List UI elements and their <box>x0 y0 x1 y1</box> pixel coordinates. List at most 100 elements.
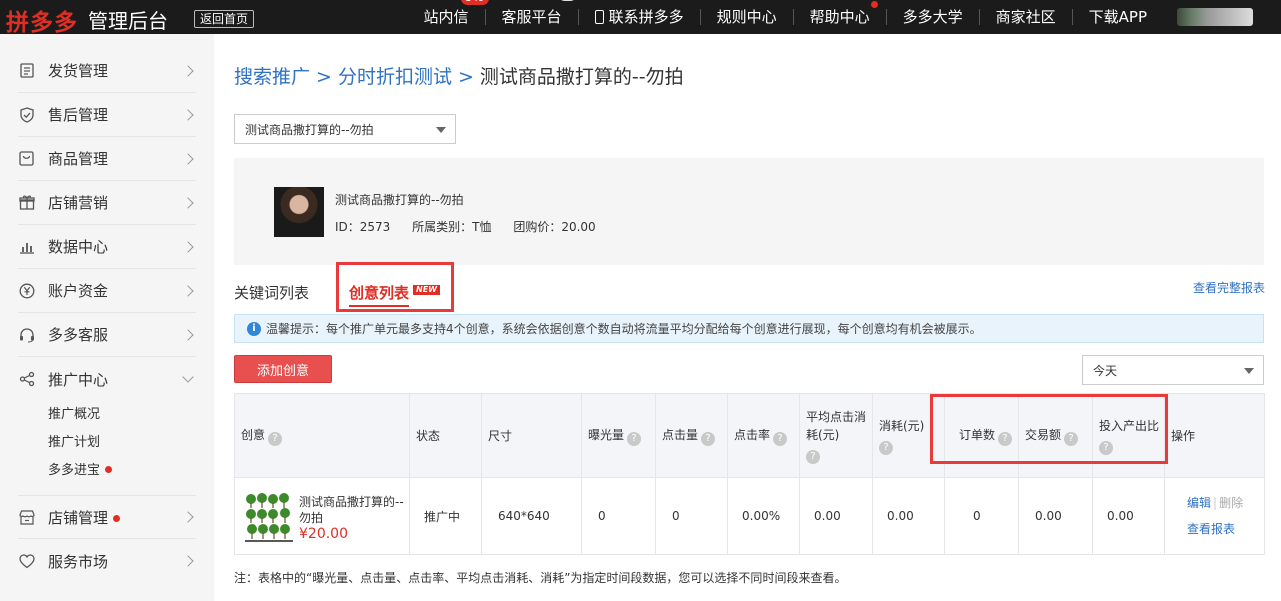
status-cell: 推广中 <box>409 477 482 555</box>
nav-contact[interactable]: 联系拼多多 <box>579 9 701 25</box>
product-group-price: 团购价：20.00 <box>513 220 596 234</box>
notification-dot <box>105 466 113 473</box>
delete-link[interactable]: 删除 <box>1219 496 1243 510</box>
date-range-select[interactable]: 今天 <box>1082 355 1264 385</box>
col-avg-cpc: 平均点击消耗(元)? <box>799 393 873 478</box>
product-name: 测试商品撒打算的--勿拍 <box>335 193 464 207</box>
ctr-cell: 0.00% <box>727 477 800 555</box>
unit-select[interactable]: 测试商品撒打算的--勿拍 <box>234 114 456 144</box>
nav-university[interactable]: 多多大学 <box>887 9 980 25</box>
creative-name: 测试商品撒打算的--勿拍 <box>299 495 404 525</box>
product-id: ID：2573 <box>335 220 391 234</box>
chevron-right-icon <box>182 284 194 297</box>
dropdown-caret-icon <box>436 127 446 133</box>
full-report-link[interactable]: 查看完整报表 <box>1193 279 1265 296</box>
info-icon: i <box>247 321 261 336</box>
edit-link[interactable]: 编辑 <box>1187 496 1211 510</box>
top-bar: 拼多多 管理后台 返回首页 站内信 349 客服平台 新 联系拼多多 规则中心 … <box>0 0 1281 37</box>
product-info-panel: 测试商品撒打算的--勿拍 ID：2573 所属类别：T恤 团购价：20.00 <box>234 158 1264 265</box>
notification-dot <box>870 1 878 8</box>
size-cell: 640*640 <box>481 477 582 555</box>
sidebar-item-data-center[interactable]: 数据中心 <box>18 225 196 269</box>
product-category: 所属类别：T恤 <box>412 220 492 234</box>
gift-icon <box>18 194 35 211</box>
breadcrumb-plan[interactable]: 分时折扣测试 <box>338 66 452 88</box>
breadcrumb-search-promotion[interactable]: 搜索推广 <box>234 66 310 88</box>
chevron-right-icon <box>182 511 194 523</box>
chevron-right-icon <box>182 152 194 165</box>
highlight-box-metric-columns <box>930 394 1168 464</box>
chevron-right-icon <box>182 240 194 253</box>
new-badge: 新 <box>558 0 576 1</box>
help-icon[interactable]: ? <box>773 431 788 446</box>
sidebar-item-after-sales[interactable]: 售后管理 <box>18 93 196 137</box>
bar-chart-icon <box>18 238 35 255</box>
logo-subtitle: 管理后台 <box>88 9 168 33</box>
table-row: 测试商品撒打算的--勿拍 ¥20.00 推广中 640*640 0 0 0.00… <box>234 477 1265 555</box>
chevron-right-icon <box>182 328 194 341</box>
message-count-badge: 349 <box>461 0 489 5</box>
yen-coin-icon <box>18 282 35 299</box>
sidebar-item-service-market[interactable]: 服务市场 <box>18 539 196 583</box>
creative-cell: 测试商品撒打算的--勿拍 ¥20.00 <box>234 477 410 555</box>
chevron-right-icon <box>182 108 194 121</box>
shield-icon <box>18 106 35 123</box>
tab-keywords[interactable]: 关键词列表 <box>234 282 309 303</box>
sidebar-item-shipping[interactable]: 发货管理 <box>18 49 196 93</box>
nav-help[interactable]: 帮助中心 <box>794 1 887 25</box>
heart-icon <box>18 553 35 570</box>
help-icon[interactable]: ? <box>806 449 820 464</box>
view-report-link[interactable]: 查看报表 <box>1187 522 1235 536</box>
help-icon[interactable]: ? <box>268 431 283 446</box>
tip-banner: i 温馨提示：每个推广单元最多支持4个创意，系统会依据创意个数自动将流量平均分配… <box>234 314 1264 343</box>
chevron-down-icon <box>182 370 194 383</box>
phone-icon <box>594 10 604 24</box>
roi-cell: 0.00 <box>1092 477 1165 555</box>
col-status: 状态 <box>409 393 482 478</box>
nav-download-app[interactable]: 下载APP <box>1073 9 1163 25</box>
chevron-right-icon <box>182 64 194 77</box>
breadcrumb: 搜索推广 > 分时折扣测试 > 测试商品撒打算的--勿拍 <box>234 66 684 88</box>
top-nav: 站内信 349 客服平台 新 联系拼多多 规则中心 帮助中心 多多大学 商家社区… <box>408 0 1163 34</box>
product-meta: ID：2573 所属类别：T恤 团购价：20.00 <box>335 218 614 235</box>
user-avatar[interactable] <box>1177 8 1253 26</box>
nav-customer-service[interactable]: 客服平台 新 <box>486 0 579 25</box>
sidebar-item-store-management[interactable]: 店铺管理 <box>18 495 196 539</box>
col-actions: 操作 <box>1164 393 1265 478</box>
nav-rules[interactable]: 规则中心 <box>701 9 794 25</box>
help-icon[interactable]: ? <box>701 431 716 446</box>
chevron-right-icon <box>182 555 194 567</box>
back-home-button[interactable]: 返回首页 <box>194 10 255 28</box>
sidebar-item-account-funds[interactable]: 账户资金 <box>18 269 196 313</box>
product-thumbnail <box>274 187 324 237</box>
orders-cell: 0 <box>944 477 1019 555</box>
breadcrumb-current: 测试商品撒打算的--勿拍 <box>479 66 684 88</box>
document-icon <box>18 62 35 79</box>
impressions-cell: 0 <box>581 477 656 555</box>
nav-messages[interactable]: 站内信 349 <box>408 0 489 25</box>
logo[interactable]: 拼多多 <box>6 3 78 37</box>
share-icon <box>18 371 35 388</box>
sidebar-subitem-duoduo-jinbao[interactable]: 多多进宝 <box>48 459 113 478</box>
sidebar: 发货管理 售后管理 商品管理 店铺营销 数据中心 账户资金 多多客服 推广中心 … <box>0 34 214 601</box>
help-icon[interactable]: ? <box>879 440 893 455</box>
dropdown-caret-icon <box>1244 368 1254 374</box>
add-creative-button[interactable]: 添加创意 <box>234 355 332 383</box>
sidebar-item-marketing[interactable]: 店铺营销 <box>18 181 196 225</box>
actions-cell: 编辑 | 删除 查看报表 <box>1164 477 1265 555</box>
notification-dot <box>113 514 121 522</box>
nav-community[interactable]: 商家社区 <box>980 9 1073 25</box>
sidebar-subitem-overview[interactable]: 推广概况 <box>48 403 100 422</box>
gmv-cell: 0.00 <box>1018 477 1093 555</box>
sidebar-item-customer-service[interactable]: 多多客服 <box>18 313 196 357</box>
col-size: 尺寸 <box>481 393 582 478</box>
creative-price: ¥20.00 <box>299 526 348 542</box>
table-note: 注：表格中的“曝光量、点击量、点击率、平均点击消耗、消耗”为指定时间段数据，您可… <box>234 571 847 585</box>
sidebar-item-promotion[interactable]: 推广中心 <box>18 357 196 401</box>
avg-cpc-cell: 0.00 <box>799 477 873 555</box>
sidebar-item-products[interactable]: 商品管理 <box>18 137 196 181</box>
col-ctr: 点击率? <box>727 393 800 478</box>
sidebar-subitem-plans[interactable]: 推广计划 <box>48 431 100 450</box>
store-icon <box>18 509 35 526</box>
help-icon[interactable]: ? <box>627 431 642 446</box>
